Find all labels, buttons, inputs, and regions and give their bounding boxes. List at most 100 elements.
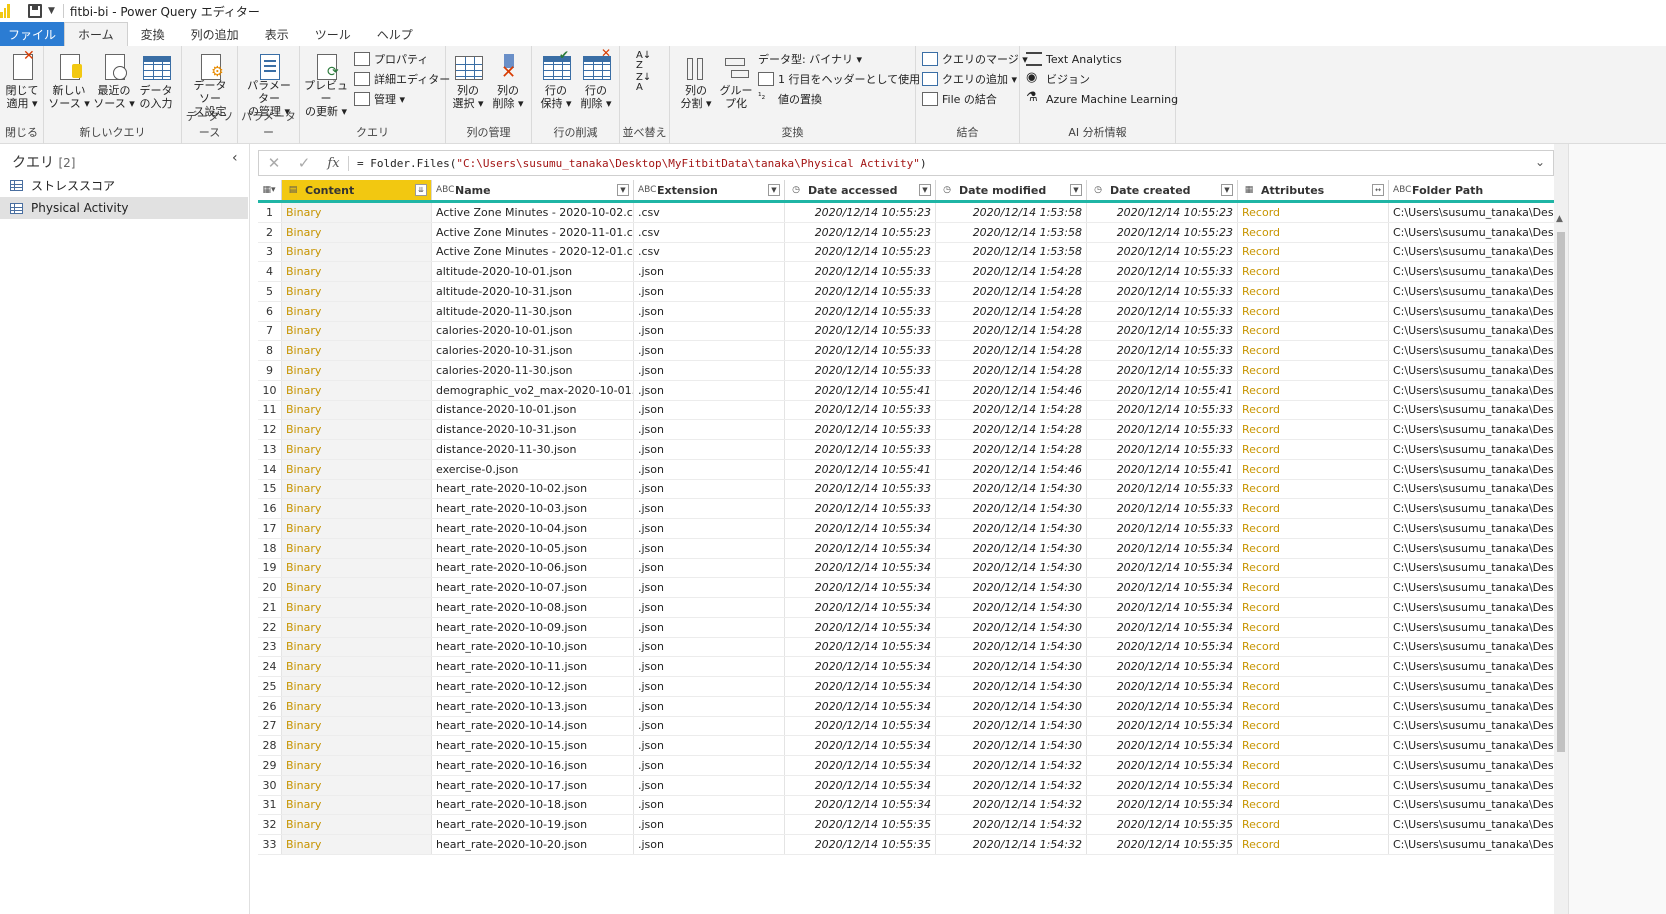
cell-content[interactable]: Binary	[282, 538, 432, 558]
cell-content[interactable]: Binary	[282, 657, 432, 676]
query-item-stress-score[interactable]: ストレススコア	[0, 174, 248, 196]
table-row[interactable]: 28 Binary heart_rate-2020-10-15.json .json 2…	[258, 736, 1554, 756]
cell-content[interactable]: Binary	[282, 795, 432, 815]
tab-transform[interactable]: 変換	[128, 22, 178, 46]
commit-formula-icon[interactable]: ✓	[289, 154, 319, 172]
cell-attributes[interactable]: Record	[1238, 222, 1389, 242]
column-header-date-modified[interactable]: ◷ Date modified ▼	[936, 180, 1087, 200]
column-header-date-created[interactable]: ◷ Date created ▼	[1087, 180, 1238, 200]
cell-content[interactable]: Binary	[282, 440, 432, 459]
table-row[interactable]: 20 Binary heart_rate-2020-10-07.json .json 2…	[258, 578, 1554, 598]
cell-attributes[interactable]: Record	[1238, 519, 1389, 538]
table-row[interactable]: 27 Binary heart_rate-2020-10-14.json .json 2…	[258, 716, 1554, 737]
cell-attributes[interactable]: Record	[1238, 657, 1389, 676]
table-row[interactable]: 9 Binary calories-2020-11-30.json .json 2020…	[258, 361, 1554, 381]
filter-dropdown-icon[interactable]: ▼	[617, 184, 629, 196]
cell-attributes[interactable]: Record	[1238, 440, 1389, 459]
data-type-dropdown[interactable]: データ型: バイナリ ▾	[758, 50, 862, 68]
expand-formula-icon[interactable]: ⌄	[1535, 155, 1545, 169]
table-row[interactable]: 16 Binary heart_rate-2020-10-03.json .json 2…	[258, 499, 1554, 519]
quick-access-dropdown-icon[interactable]: ▼	[48, 6, 55, 16]
cell-content[interactable]: Binary	[282, 479, 432, 499]
sort-descending-button[interactable]: Z↓ A	[636, 73, 651, 93]
table-row[interactable]: 1 Binary Active Zone Minutes - 2020-10-02.…	[258, 203, 1554, 223]
column-header-date-accessed[interactable]: ◷ Date accessed ▼	[785, 180, 936, 200]
table-row[interactable]: 31 Binary heart_rate-2020-10-18.json .json 2…	[258, 795, 1554, 816]
table-row[interactable]: 3 Binary Active Zone Minutes - 2020-12-01.…	[258, 242, 1554, 263]
column-header-folder-path[interactable]: ABC Folder Path	[1389, 180, 1554, 200]
close-apply-button[interactable]: ✕ 閉じて 適用 ▾	[0, 48, 44, 118]
fx-icon[interactable]: fx	[319, 155, 349, 171]
table-row[interactable]: 29 Binary heart_rate-2020-10-16.json .json 2…	[258, 756, 1554, 776]
cell-content[interactable]: Binary	[282, 420, 432, 439]
cell-content[interactable]: Binary	[282, 716, 432, 736]
sort-ascending-button[interactable]: A↓ Z	[636, 51, 651, 71]
tab-view[interactable]: 表示	[252, 22, 302, 46]
table-row[interactable]: 13 Binary distance-2020-11-30.json .json 202…	[258, 440, 1554, 460]
table-row[interactable]: 24 Binary heart_rate-2020-10-11.json .json 2…	[258, 657, 1554, 677]
cell-attributes[interactable]: Record	[1238, 400, 1389, 420]
cell-attributes[interactable]: Record	[1238, 578, 1389, 597]
cell-attributes[interactable]: Record	[1238, 262, 1389, 281]
tab-add-column[interactable]: 列の追加	[178, 22, 252, 46]
cell-attributes[interactable]: Record	[1238, 361, 1389, 380]
expand-record-icon[interactable]: ↔	[1372, 184, 1384, 196]
replace-values-button[interactable]: ¹₂ 値の置換	[758, 90, 822, 108]
cell-attributes[interactable]: Record	[1238, 459, 1389, 479]
table-row[interactable]: 30 Binary heart_rate-2020-10-17.json .json 2…	[258, 775, 1554, 796]
cell-attributes[interactable]: Record	[1238, 380, 1389, 400]
cell-attributes[interactable]: Record	[1238, 696, 1389, 716]
cell-attributes[interactable]: Record	[1238, 321, 1389, 341]
table-row[interactable]: 11 Binary distance-2020-10-01.json .json 202…	[258, 400, 1554, 421]
cell-content[interactable]: Binary	[282, 835, 432, 854]
table-row[interactable]: 19 Binary heart_rate-2020-10-06.json .json 2…	[258, 558, 1554, 579]
vertical-scrollbar[interactable]: ▲	[1554, 144, 1568, 914]
cell-attributes[interactable]: Record	[1238, 756, 1389, 775]
filter-dropdown-icon[interactable]: ▼	[919, 184, 931, 196]
cell-attributes[interactable]: Record	[1238, 538, 1389, 558]
cell-content[interactable]: Binary	[282, 637, 432, 657]
save-icon[interactable]	[28, 4, 42, 18]
filter-dropdown-icon[interactable]: ▼	[1221, 184, 1233, 196]
cell-attributes[interactable]: Record	[1238, 558, 1389, 578]
tab-home[interactable]: ホーム	[64, 22, 128, 46]
cell-attributes[interactable]: Record	[1238, 301, 1389, 321]
column-header-name[interactable]: ABC Name ▼	[432, 180, 634, 200]
cell-content[interactable]: Binary	[282, 459, 432, 479]
remove-columns-button[interactable]: ✕ 列の 削除 ▾	[486, 52, 530, 118]
cell-attributes[interactable]: Record	[1238, 775, 1389, 795]
cell-attributes[interactable]: Record	[1238, 617, 1389, 637]
table-row[interactable]: 8 Binary calories-2020-10-31.json .json 2020…	[258, 341, 1554, 361]
cell-content[interactable]: Binary	[282, 519, 432, 538]
append-queries-button[interactable]: クエリの追加 ▾	[922, 70, 1017, 88]
table-row[interactable]: 15 Binary heart_rate-2020-10-02.json .json 2…	[258, 479, 1554, 500]
cell-attributes[interactable]: Record	[1238, 203, 1389, 222]
cell-content[interactable]: Binary	[282, 282, 432, 301]
table-row[interactable]: 32 Binary heart_rate-2020-10-19.json .json 2…	[258, 815, 1554, 835]
cell-attributes[interactable]: Record	[1238, 242, 1389, 262]
cell-content[interactable]: Binary	[282, 578, 432, 597]
refresh-preview-button[interactable]: ⟳ プレビュー の更新 ▾	[304, 52, 348, 118]
use-first-row-button[interactable]: 1 行目をヘッダーとして使用 ▾	[758, 70, 929, 88]
enter-data-button[interactable]: データ の入力	[134, 52, 178, 118]
cell-attributes[interactable]: Record	[1238, 677, 1389, 696]
column-header-content[interactable]: ▤ Content ⇊	[282, 180, 432, 200]
recent-source-button[interactable]: 最近の ソース ▾	[92, 52, 136, 118]
cell-content[interactable]: Binary	[282, 696, 432, 716]
query-item-physical-activity[interactable]: Physical Activity	[0, 197, 248, 219]
cell-content[interactable]: Binary	[282, 736, 432, 755]
new-source-button[interactable]: 新しい ソース ▾	[47, 52, 91, 118]
cell-content[interactable]: Binary	[282, 558, 432, 578]
combine-files-button[interactable]: File の結合	[922, 90, 997, 108]
scrollbar-thumb[interactable]	[1557, 232, 1565, 752]
cell-attributes[interactable]: Record	[1238, 420, 1389, 439]
filter-dropdown-icon[interactable]: ▼	[768, 184, 780, 196]
tab-tools[interactable]: ツール	[302, 22, 364, 46]
table-row[interactable]: 7 Binary calories-2020-10-01.json .json 2020…	[258, 321, 1554, 342]
table-row[interactable]: 33 Binary heart_rate-2020-10-20.json .json 2…	[258, 835, 1554, 855]
formula-input[interactable]: = Folder.Files("C:\Users\susumu_tanaka\D…	[357, 157, 927, 170]
table-row[interactable]: 5 Binary altitude-2020-10-31.json .json 2020…	[258, 282, 1554, 302]
cancel-formula-icon[interactable]: ✕	[259, 154, 289, 172]
keep-rows-button[interactable]: ✔ 行の 保持 ▾	[534, 48, 578, 118]
cell-attributes[interactable]: Record	[1238, 282, 1389, 301]
